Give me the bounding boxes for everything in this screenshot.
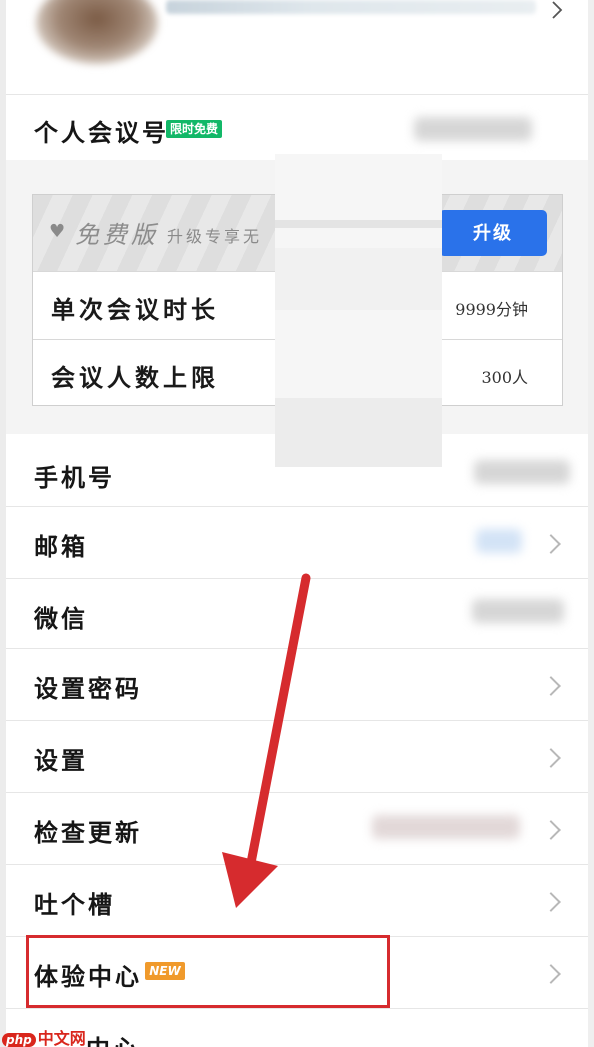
blurred-phone-number — [474, 460, 570, 484]
watermark-prefix: php — [2, 1033, 36, 1047]
heart-icon: ♥ — [49, 221, 66, 242]
menu-item-check-update[interactable]: 检查更新 — [6, 792, 588, 864]
blurred-wechat — [472, 599, 564, 623]
chevron-right-icon — [541, 892, 561, 912]
menu-item-settings[interactable]: 设置 — [6, 720, 588, 792]
menu-item-label: 邮箱 — [34, 533, 88, 561]
menu-item-label: 检查更新 — [34, 819, 142, 847]
menu-item-label: 设置密码 — [34, 675, 142, 703]
chevron-right-icon — [541, 676, 561, 696]
chevron-right-icon — [541, 820, 561, 840]
chevron-right-icon — [541, 534, 561, 554]
right-edge — [588, 0, 594, 1047]
blurred-meeting-id — [414, 117, 532, 141]
plan-row-value: 9999分钟 — [455, 300, 528, 319]
watermark-text: 中文网 — [37, 1029, 86, 1047]
profile-header[interactable] — [6, 0, 588, 95]
redaction-segment — [275, 398, 442, 467]
avatar[interactable] — [36, 0, 158, 64]
menu-item-label: 中心 — [86, 1029, 140, 1047]
menu-item-feedback[interactable]: 吐个槽 — [6, 864, 588, 936]
menu-item-label: 手机号 — [34, 464, 115, 492]
plan-row-label: 会议人数上限 — [51, 364, 219, 392]
chevron-right-icon — [541, 748, 561, 768]
redaction-segment — [275, 248, 442, 310]
plan-subtitle: 升级专享无 — [167, 227, 263, 246]
plan-row-label: 单次会议时长 — [51, 296, 219, 324]
chevron-right-icon — [541, 964, 561, 984]
menu-item-partial[interactable]: 中心 — [6, 1008, 588, 1047]
menu-item-wechat[interactable]: 微信 — [6, 578, 588, 648]
blurred-email — [476, 529, 522, 553]
menu-item-label: 微信 — [34, 605, 88, 633]
meeting-id-row[interactable]: 个人会议号 — [6, 94, 588, 160]
menu-item-set-password[interactable]: 设置密码 — [6, 648, 588, 720]
upgrade-button[interactable]: 升级 — [439, 210, 547, 256]
blurred-username — [166, 0, 536, 14]
account-screen: 个人会议号 限时免费 ♥ 免费版 升级专享无 升级 单次会议时长 9999分钟 … — [0, 0, 594, 1047]
blurred-version — [372, 815, 520, 839]
plan-row-value: 300人 — [481, 368, 528, 387]
menu-item-email[interactable]: 邮箱 — [6, 506, 588, 578]
free-badge: 限时免费 — [166, 120, 223, 138]
meeting-id-label: 个人会议号 — [34, 119, 169, 147]
chevron-right-icon — [552, 1, 563, 19]
plan-name: 免费版 — [75, 221, 159, 249]
watermark: php 中文网 — [2, 1025, 86, 1047]
redaction-overlay — [275, 154, 442, 467]
highlight-box — [26, 935, 390, 1008]
redaction-segment — [275, 220, 442, 228]
menu-item-label: 设置 — [34, 747, 88, 775]
menu-item-label: 吐个槽 — [34, 891, 115, 919]
